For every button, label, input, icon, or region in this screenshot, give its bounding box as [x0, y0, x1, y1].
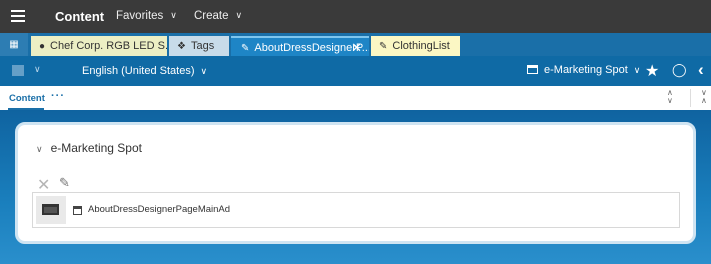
- grid-view-icon[interactable]: ▦: [0, 33, 28, 56]
- chevron-down-icon: ∨: [200, 66, 208, 76]
- document-tab-bar: ▦ ● Chef Corp. RGB LED S... ❖ Tags ✎ AboutD…: [0, 33, 711, 56]
- e-marketing-spot-panel: ∨ e-Marketing Spot ✕ ✎ AboutDressDesigner…: [15, 122, 696, 244]
- pencil-icon: ✎: [379, 41, 388, 52]
- pencil-icon: ✎: [241, 43, 250, 54]
- chevron-down-icon: ∨: [633, 65, 641, 75]
- item-label: AboutDressDesignerPageMainAd: [88, 204, 231, 215]
- thumbnail: [36, 196, 66, 224]
- doc-type-selector[interactable]: e-Marketing Spot ∨: [527, 64, 640, 76]
- favorites-menu[interactable]: Favorites ∨: [116, 10, 177, 22]
- list-item[interactable]: AboutDressDesignerPageMainAd: [32, 192, 680, 228]
- marketing-spot-icon: [527, 65, 538, 74]
- language-selector[interactable]: English (United States) ∨: [82, 65, 207, 77]
- expand-collapse-icon[interactable]: ∧ ∨: [667, 89, 673, 105]
- divider: [690, 89, 691, 107]
- pencil-icon[interactable]: ✎: [59, 175, 70, 191]
- form-tab-strip: Content ··· ∧ ∨ ∨ ∧: [0, 86, 711, 110]
- chevron-left-icon[interactable]: ‹: [698, 60, 704, 80]
- tab-chef-corp[interactable]: ● Chef Corp. RGB LED S...: [31, 36, 167, 56]
- preview-icon[interactable]: [12, 65, 24, 76]
- close-icon[interactable]: ✕: [351, 38, 362, 56]
- tab-content[interactable]: Content: [9, 93, 45, 104]
- chevron-down-icon: ∨: [170, 10, 177, 20]
- collapse-all-icon[interactable]: ∨ ∧: [701, 89, 707, 105]
- hamburger-menu-icon[interactable]: [11, 10, 25, 22]
- tab-clothing-list[interactable]: ✎ ClothingList: [371, 36, 460, 56]
- marketing-spot-icon: [73, 206, 82, 215]
- globe-icon: ●: [39, 41, 46, 52]
- section-header[interactable]: ∨ e-Marketing Spot: [36, 141, 142, 155]
- more-options-icon[interactable]: ···: [51, 90, 65, 102]
- chevron-down-icon: ∨: [36, 144, 43, 154]
- create-menu[interactable]: Create ∨: [194, 10, 242, 22]
- chevron-down-icon[interactable]: ∨: [34, 64, 41, 75]
- marketing-spot-icon: [42, 204, 59, 215]
- star-icon[interactable]: ★: [645, 61, 659, 81]
- app-title: Content: [55, 9, 105, 24]
- document-toolbar: ∨ English (United States) ∨ e-Marketing S…: [0, 56, 711, 86]
- chevron-down-icon: ∨: [235, 10, 243, 20]
- tab-about-dress-designer[interactable]: ✎ AboutDressDesignerP... ✕: [231, 36, 369, 56]
- lightbulb-icon[interactable]: ◯: [672, 62, 687, 78]
- tag-icon: ❖: [177, 41, 186, 52]
- tab-tags[interactable]: ❖ Tags: [169, 36, 229, 56]
- top-bar: Content Favorites ∨ Create ∨: [0, 0, 711, 33]
